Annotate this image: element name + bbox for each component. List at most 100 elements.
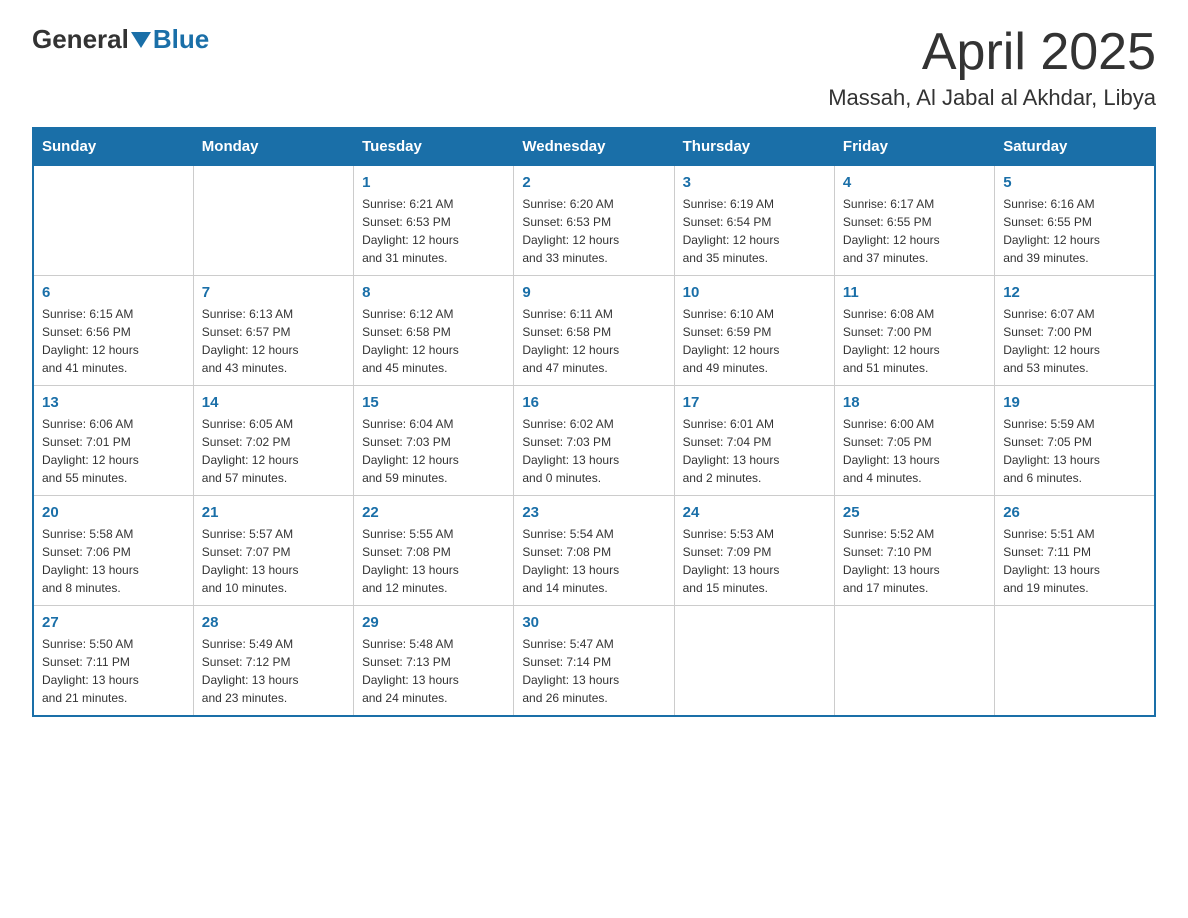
day-info: Sunrise: 6:10 AM Sunset: 6:59 PM Dayligh… — [683, 305, 826, 377]
day-number: 24 — [683, 504, 826, 521]
day-info: Sunrise: 5:58 AM Sunset: 7:06 PM Dayligh… — [42, 525, 185, 597]
day-info: Sunrise: 6:02 AM Sunset: 7:03 PM Dayligh… — [522, 415, 665, 487]
weekday-header-friday: Friday — [834, 128, 994, 166]
calendar-cell: 23 Sunrise: 5:54 AM Sunset: 7:08 PM Dayli… — [514, 496, 674, 606]
day-number: 20 — [42, 504, 185, 521]
calendar-cell: 29 Sunrise: 5:48 AM Sunset: 7:13 PM Dayli… — [354, 606, 514, 717]
day-number: 27 — [42, 614, 185, 631]
weekday-header-row: SundayMondayTuesdayWednesdayThursdayFrid… — [33, 128, 1155, 166]
calendar-cell: 11 Sunrise: 6:08 AM Sunset: 7:00 PM Dayli… — [834, 276, 994, 386]
calendar-cell: 2Sunrise: 6:20 AM Sunset: 6:53 PM Daylig… — [514, 166, 674, 276]
day-number: 2 — [522, 174, 665, 191]
calendar-cell: 30Sunrise: 5:47 AM Sunset: 7:14 PM Dayli… — [514, 606, 674, 717]
calendar-cell: 12Sunrise: 6:07 AM Sunset: 7:00 PM Dayli… — [995, 276, 1155, 386]
day-info: Sunrise: 6:16 AM Sunset: 6:55 PM Dayligh… — [1003, 195, 1146, 267]
calendar-cell: 5 Sunrise: 6:16 AM Sunset: 6:55 PM Daylig… — [995, 166, 1155, 276]
day-number: 3 — [683, 174, 826, 191]
day-info: Sunrise: 5:50 AM Sunset: 7:11 PM Dayligh… — [42, 635, 185, 707]
logo-blue-text: Blue — [153, 24, 209, 55]
day-info: Sunrise: 6:11 AM Sunset: 6:58 PM Dayligh… — [522, 305, 665, 377]
day-info: Sunrise: 5:48 AM Sunset: 7:13 PM Dayligh… — [362, 635, 505, 707]
weekday-header-sunday: Sunday — [33, 128, 193, 166]
day-info: Sunrise: 5:51 AM Sunset: 7:11 PM Dayligh… — [1003, 525, 1146, 597]
calendar-cell: 21Sunrise: 5:57 AM Sunset: 7:07 PM Dayli… — [193, 496, 353, 606]
logo: General Blue — [32, 24, 209, 55]
day-info: Sunrise: 6:21 AM Sunset: 6:53 PM Dayligh… — [362, 195, 505, 267]
day-number: 6 — [42, 284, 185, 301]
day-info: Sunrise: 5:57 AM Sunset: 7:07 PM Dayligh… — [202, 525, 345, 597]
month-title: April 2025 — [828, 24, 1156, 81]
day-info: Sunrise: 6:06 AM Sunset: 7:01 PM Dayligh… — [42, 415, 185, 487]
page-header: General Blue April 2025 Massah, Al Jabal… — [32, 24, 1156, 111]
day-number: 26 — [1003, 504, 1146, 521]
day-number: 22 — [362, 504, 505, 521]
day-number: 7 — [202, 284, 345, 301]
calendar-cell: 22Sunrise: 5:55 AM Sunset: 7:08 PM Dayli… — [354, 496, 514, 606]
day-info: Sunrise: 5:47 AM Sunset: 7:14 PM Dayligh… — [522, 635, 665, 707]
day-info: Sunrise: 5:52 AM Sunset: 7:10 PM Dayligh… — [843, 525, 986, 597]
day-number: 18 — [843, 394, 986, 411]
calendar-cell: 17Sunrise: 6:01 AM Sunset: 7:04 PM Dayli… — [674, 386, 834, 496]
day-number: 4 — [843, 174, 986, 191]
day-number: 13 — [42, 394, 185, 411]
calendar-cell — [33, 166, 193, 276]
day-info: Sunrise: 6:12 AM Sunset: 6:58 PM Dayligh… — [362, 305, 505, 377]
day-number: 29 — [362, 614, 505, 631]
calendar-cell: 9 Sunrise: 6:11 AM Sunset: 6:58 PM Daylig… — [514, 276, 674, 386]
weekday-header-saturday: Saturday — [995, 128, 1155, 166]
calendar-cell: 26 Sunrise: 5:51 AM Sunset: 7:11 PM Dayli… — [995, 496, 1155, 606]
day-number: 23 — [522, 504, 665, 521]
title-section: April 2025 Massah, Al Jabal al Akhdar, L… — [828, 24, 1156, 111]
calendar-cell: 18 Sunrise: 6:00 AM Sunset: 7:05 PM Dayli… — [834, 386, 994, 496]
day-number: 5 — [1003, 174, 1146, 191]
calendar-cell: 3 Sunrise: 6:19 AM Sunset: 6:54 PM Daylig… — [674, 166, 834, 276]
weekday-header-thursday: Thursday — [674, 128, 834, 166]
day-info: Sunrise: 6:04 AM Sunset: 7:03 PM Dayligh… — [362, 415, 505, 487]
calendar-cell: 20 Sunrise: 5:58 AM Sunset: 7:06 PM Dayli… — [33, 496, 193, 606]
day-number: 19 — [1003, 394, 1146, 411]
day-info: Sunrise: 6:08 AM Sunset: 7:00 PM Dayligh… — [843, 305, 986, 377]
calendar-cell: 10 Sunrise: 6:10 AM Sunset: 6:59 PM Dayli… — [674, 276, 834, 386]
day-info: Sunrise: 6:05 AM Sunset: 7:02 PM Dayligh… — [202, 415, 345, 487]
weekday-header-tuesday: Tuesday — [354, 128, 514, 166]
calendar-week-row: 1 Sunrise: 6:21 AM Sunset: 6:53 PM Daylig… — [33, 166, 1155, 276]
location-subtitle: Massah, Al Jabal al Akhdar, Libya — [828, 85, 1156, 111]
calendar-cell: 27 Sunrise: 5:50 AM Sunset: 7:11 PM Dayli… — [33, 606, 193, 717]
day-info: Sunrise: 6:01 AM Sunset: 7:04 PM Dayligh… — [683, 415, 826, 487]
calendar-week-row: 27 Sunrise: 5:50 AM Sunset: 7:11 PM Dayli… — [33, 606, 1155, 717]
calendar-cell: 15 Sunrise: 6:04 AM Sunset: 7:03 PM Dayli… — [354, 386, 514, 496]
day-number: 16 — [522, 394, 665, 411]
calendar-week-row: 6 Sunrise: 6:15 AM Sunset: 6:56 PM Daylig… — [33, 276, 1155, 386]
day-number: 15 — [362, 394, 505, 411]
calendar-cell: 16 Sunrise: 6:02 AM Sunset: 7:03 PM Dayli… — [514, 386, 674, 496]
day-info: Sunrise: 5:59 AM Sunset: 7:05 PM Dayligh… — [1003, 415, 1146, 487]
weekday-header-monday: Monday — [193, 128, 353, 166]
day-info: Sunrise: 5:54 AM Sunset: 7:08 PM Dayligh… — [522, 525, 665, 597]
calendar-cell: 28 Sunrise: 5:49 AM Sunset: 7:12 PM Dayli… — [193, 606, 353, 717]
calendar-cell: 25 Sunrise: 5:52 AM Sunset: 7:10 PM Dayli… — [834, 496, 994, 606]
calendar-cell: 7 Sunrise: 6:13 AM Sunset: 6:57 PM Daylig… — [193, 276, 353, 386]
day-info: Sunrise: 5:49 AM Sunset: 7:12 PM Dayligh… — [202, 635, 345, 707]
day-info: Sunrise: 6:00 AM Sunset: 7:05 PM Dayligh… — [843, 415, 986, 487]
calendar-cell: 13 Sunrise: 6:06 AM Sunset: 7:01 PM Dayli… — [33, 386, 193, 496]
calendar-cell: 6 Sunrise: 6:15 AM Sunset: 6:56 PM Daylig… — [33, 276, 193, 386]
day-number: 11 — [843, 284, 986, 301]
calendar-cell: 1 Sunrise: 6:21 AM Sunset: 6:53 PM Daylig… — [354, 166, 514, 276]
day-number: 9 — [522, 284, 665, 301]
day-number: 10 — [683, 284, 826, 301]
day-number: 8 — [362, 284, 505, 301]
calendar-cell — [193, 166, 353, 276]
day-number: 28 — [202, 614, 345, 631]
day-info: Sunrise: 6:19 AM Sunset: 6:54 PM Dayligh… — [683, 195, 826, 267]
logo-arrow-icon — [131, 32, 151, 48]
calendar-cell: 4Sunrise: 6:17 AM Sunset: 6:55 PM Daylig… — [834, 166, 994, 276]
calendar-week-row: 13 Sunrise: 6:06 AM Sunset: 7:01 PM Dayli… — [33, 386, 1155, 496]
day-number: 1 — [362, 174, 505, 191]
calendar-cell — [834, 606, 994, 717]
day-info: Sunrise: 6:13 AM Sunset: 6:57 PM Dayligh… — [202, 305, 345, 377]
logo-general-text: General — [32, 24, 129, 55]
calendar-cell: 14Sunrise: 6:05 AM Sunset: 7:02 PM Dayli… — [193, 386, 353, 496]
day-number: 25 — [843, 504, 986, 521]
day-info: Sunrise: 6:15 AM Sunset: 6:56 PM Dayligh… — [42, 305, 185, 377]
weekday-header-wednesday: Wednesday — [514, 128, 674, 166]
